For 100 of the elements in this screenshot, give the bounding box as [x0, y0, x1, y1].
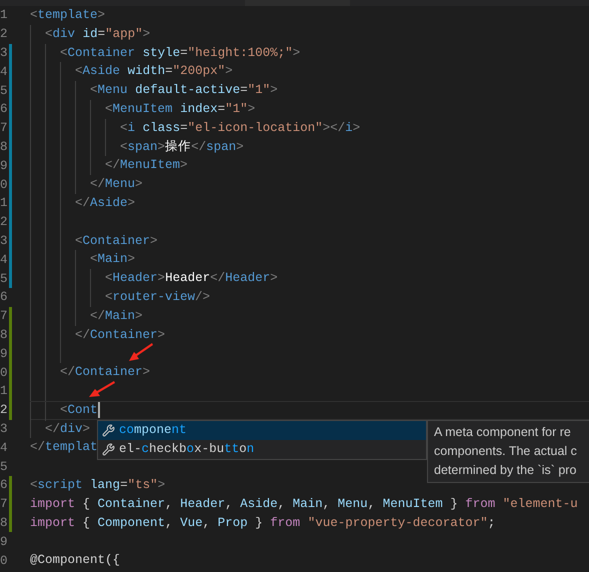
details-text: determined by the `is` pro — [434, 462, 576, 479]
code-token: = — [165, 63, 173, 80]
code-token: MenuItem — [382, 496, 443, 513]
code-token: > — [236, 138, 244, 156]
code-token: span — [128, 138, 158, 156]
code-token: > — [292, 44, 300, 62]
code-token: index — [180, 101, 218, 118]
code-token: from — [270, 514, 300, 532]
code-token: </ — [45, 420, 60, 438]
code-token: router-view — [112, 288, 196, 306]
code-token: > — [225, 63, 233, 80]
code-token: { — [82, 514, 92, 532]
line-number: 1 — [0, 383, 7, 400]
code-token: < — [75, 232, 83, 250]
code-token: </ — [30, 439, 46, 456]
code-token: class — [142, 120, 180, 137]
line-number: 1 — [0, 195, 7, 212]
line-number: 5 — [0, 270, 7, 288]
line-number: 0 — [0, 364, 7, 382]
code-token: < — [120, 120, 128, 137]
code-token: 操作 — [165, 138, 192, 156]
code-token: div — [60, 420, 83, 438]
code-token: > — [158, 138, 166, 156]
code-token: Header — [225, 270, 270, 288]
code-token: < — [105, 101, 113, 118]
code-token: } — [450, 496, 459, 513]
code-token: </ — [210, 270, 226, 288]
code-token: = — [180, 44, 188, 62]
line-number: 8 — [0, 138, 7, 156]
code-token: import — [30, 514, 76, 532]
code-token: "el-icon-location" — [188, 120, 323, 137]
code-token: Aside — [240, 496, 278, 513]
code-token: "height:100%;" — [188, 44, 293, 62]
line-number: 6 — [0, 289, 7, 306]
code-token: Main — [292, 496, 323, 513]
code-token: = — [240, 82, 248, 100]
code-token: > — [158, 270, 166, 288]
code-token: script — [38, 476, 83, 494]
code-token: import — [30, 496, 76, 513]
code-token: "1" — [248, 82, 270, 100]
code-token: style — [142, 44, 180, 62]
code-token: = — [120, 476, 128, 494]
code-token: > — [82, 420, 90, 438]
code-token: { — [82, 496, 92, 513]
code-token: </ — [90, 176, 106, 194]
code-token: from — [465, 496, 496, 513]
code-token: > — [180, 157, 188, 174]
line-number: 4 — [0, 440, 7, 457]
line-number: 7 — [0, 496, 7, 514]
line-number: 6 — [0, 477, 7, 494]
code-token: ></ — [322, 120, 346, 137]
code-token: Menu — [98, 82, 128, 100]
code-token: < — [45, 26, 53, 43]
code-token: </ — [60, 364, 76, 382]
code-token: , — [202, 514, 212, 532]
code-token: </ — [90, 308, 106, 325]
pointer-arrow — [88, 381, 116, 399]
suggestion-item[interactable]: el-checkbox-button — [98, 440, 426, 459]
line-number: 7 — [0, 308, 7, 326]
line-number: 5 — [0, 458, 7, 476]
code-token: template — [38, 7, 98, 24]
code-token: "ts" — [128, 476, 158, 494]
suggestion-item[interactable]: component — [98, 421, 426, 440]
line-number: 6 — [0, 101, 7, 118]
wrench-icon — [102, 443, 115, 456]
code-token: Cont — [68, 402, 98, 419]
line-number: 0 — [0, 552, 7, 570]
code-token: > — [150, 232, 158, 250]
code-token: > — [158, 476, 166, 494]
code-token: default-active — [135, 82, 240, 100]
code-token: Main — [98, 251, 128, 268]
code-token: Vue — [180, 514, 203, 532]
code-token: , — [165, 496, 174, 513]
line-number: 1 — [0, 7, 7, 24]
code-token: > — [158, 326, 166, 344]
code-token: ; — [488, 514, 496, 532]
code-token: lang — [90, 476, 120, 494]
code-token: , — [278, 496, 286, 513]
code-token: /> — [195, 288, 210, 306]
line-number: 5 — [0, 82, 7, 100]
code-token: "element-u — [502, 496, 578, 513]
code-token: Prop — [218, 514, 248, 532]
code-token: id — [82, 26, 98, 43]
code-token: > — [135, 308, 143, 325]
code-token: div — [52, 26, 76, 43]
code-token: , — [368, 496, 376, 513]
code-token: Header — [112, 270, 158, 288]
line-number: 9 — [0, 534, 7, 551]
code-token: = — [180, 120, 188, 137]
code-token: </ — [75, 326, 90, 344]
code-token: < — [90, 251, 98, 268]
line-number: 4 — [0, 252, 7, 269]
code-token: < — [105, 270, 113, 288]
code-token: Container — [90, 326, 158, 344]
line-number: 2 — [0, 26, 7, 44]
line-number: 7 — [0, 120, 7, 138]
code-token: i — [128, 120, 136, 137]
code-token: > — [270, 270, 278, 288]
code-token: "200px" — [172, 63, 226, 80]
line-number: 4 — [0, 64, 7, 81]
